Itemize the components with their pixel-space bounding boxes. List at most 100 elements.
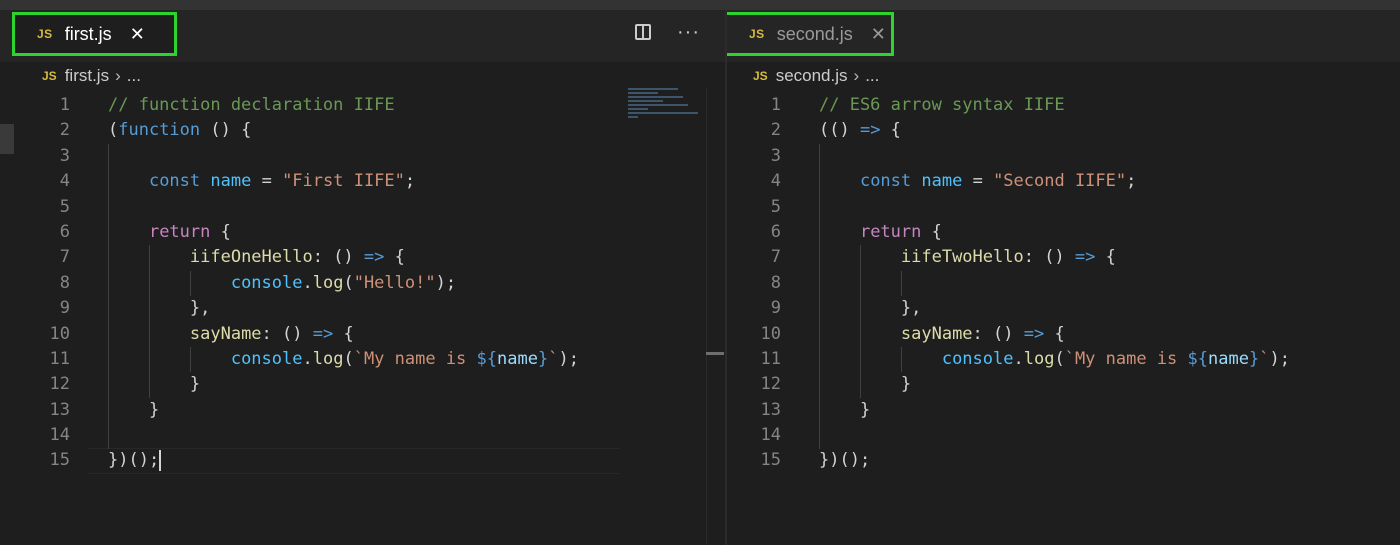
code-text: } [108,372,200,397]
code-token: ); [435,272,457,293]
code-line[interactable]: 13 } [727,398,1391,423]
code-line[interactable]: 5 [727,195,1391,220]
code-line[interactable]: 10 sayName: () => { [727,322,1391,347]
code-token: name [921,171,963,192]
code-editor-left[interactable]: 1 // function declaration IIFE 2 (function … [0,93,620,475]
code-line[interactable]: 7 iifeOneHello: () => { [0,245,620,270]
code-token: } [537,348,549,369]
code-token: { [1095,247,1116,268]
code-text: sayName: () => { [108,322,354,347]
code-token: = [962,171,994,192]
line-number: 2 [770,120,781,141]
breadcrumb-file[interactable]: first.js [65,66,109,86]
tab-bar-left: JS first.js ✕ ··· [0,10,725,62]
code-line[interactable]: 13 } [0,398,620,423]
code-line[interactable]: 12 } [727,372,1391,397]
scrollbar-position-marker [706,352,724,355]
code-text: (function () { [108,118,251,143]
code-text: }, [108,296,210,321]
code-token: => [312,323,334,344]
code-line[interactable]: 3 [727,144,1391,169]
code-line[interactable]: 6 return { [0,220,620,245]
code-line[interactable]: 1 // ES6 arrow syntax IIFE [727,93,1391,118]
code-token: "Hello!" [353,272,436,293]
line-number: 1 [770,95,781,115]
code-token: ); [1269,348,1290,369]
js-file-icon: JS [753,69,768,83]
minimap[interactable] [628,88,706,148]
code-line[interactable]: 7 iifeTwoHello: () => { [727,245,1391,270]
code-line[interactable]: 4 const name = "First IIFE"; [0,169,620,194]
line-number: 7 [59,247,70,268]
code-text: // function declaration IIFE [108,93,395,118]
tab-first-js[interactable]: JS first.js ✕ [12,12,177,56]
code-token: . [302,272,313,293]
code-token: sayName [189,323,262,344]
more-actions-icon[interactable]: ··· [677,22,700,42]
line-number: 13 [760,399,781,420]
code-token: log [312,348,344,369]
code-token: return [859,221,922,242]
code-line[interactable]: 10 sayName: () => { [0,322,620,347]
breadcrumb-left: JS first.js › ... [42,64,141,88]
code-line[interactable]: 8 console.log("Hello!"); [0,271,620,296]
breadcrumb-file[interactable]: second.js [776,66,848,86]
close-icon[interactable]: ✕ [130,24,145,45]
code-line[interactable]: 5 [0,195,620,220]
code-token: ` [548,348,559,369]
code-token: : () [1023,247,1075,268]
code-token: `My name is [1064,348,1188,369]
code-token: => [363,247,385,268]
editor-actions: ··· [635,22,700,42]
code-line[interactable]: 14 [0,423,620,448]
code-token: } [1248,348,1260,369]
breadcrumb-symbol[interactable]: ... [865,66,879,86]
split-editor-icon[interactable] [635,24,651,40]
code-token: => [1074,247,1096,268]
line-number: 5 [770,196,781,217]
code-line[interactable]: 9 }, [0,296,620,321]
tab-second-js[interactable]: JS second.js ✕ [727,12,894,56]
code-line[interactable]: 2 (() => { [727,118,1391,143]
code-token: iifeTwoHello [900,247,1024,268]
line-number: 12 [760,374,781,395]
code-text: iifeOneHello: () => { [108,245,405,270]
code-line[interactable]: 3 [0,144,620,169]
code-token: . [1013,348,1024,369]
code-line[interactable]: 9 }, [727,296,1391,321]
code-text: console.log(`My name is ${name}`); [819,347,1290,372]
vertical-scrollbar[interactable] [706,88,721,545]
line-number: 9 [770,298,781,319]
code-token: = [251,171,283,192]
code-token: : () [972,323,1024,344]
code-token: console [941,348,1014,369]
line-number: 9 [59,298,70,319]
code-line[interactable]: 14 [727,423,1391,448]
code-line[interactable]: 1 // function declaration IIFE [0,93,620,118]
code-editor-right[interactable]: 1 // ES6 arrow syntax IIFE 2(() => {3 4 con… [727,93,1391,474]
code-line[interactable]: 4 const name = "Second IIFE"; [727,169,1391,194]
indent-guide [108,143,109,449]
code-line[interactable]: 11 console.log(`My name is ${name}`); [0,347,620,372]
close-icon[interactable]: ✕ [871,24,886,45]
code-line[interactable]: 12 } [0,372,620,397]
code-line[interactable]: 2 (function () { [0,118,620,143]
code-line[interactable]: 15})(); [0,448,620,475]
breadcrumb-symbol[interactable]: ... [127,66,141,86]
code-token: // ES6 arrow syntax IIFE [819,95,1065,115]
code-text: iifeTwoHello: () => { [819,245,1116,270]
code-line[interactable]: 11 console.log(`My name is ${name}`); [727,347,1391,372]
code-line[interactable]: 8 [727,271,1391,296]
code-token: ( [343,348,354,369]
js-file-icon: JS [42,69,57,83]
code-text: }, [819,296,921,321]
indent-guide [190,270,191,297]
tab-label: first.js [64,23,112,44]
code-line[interactable]: 15})(); [727,448,1391,473]
code-token: const [859,171,912,192]
code-token: })(); [108,450,160,471]
code-line[interactable]: 6 return { [727,220,1391,245]
line-number: 3 [770,145,781,166]
